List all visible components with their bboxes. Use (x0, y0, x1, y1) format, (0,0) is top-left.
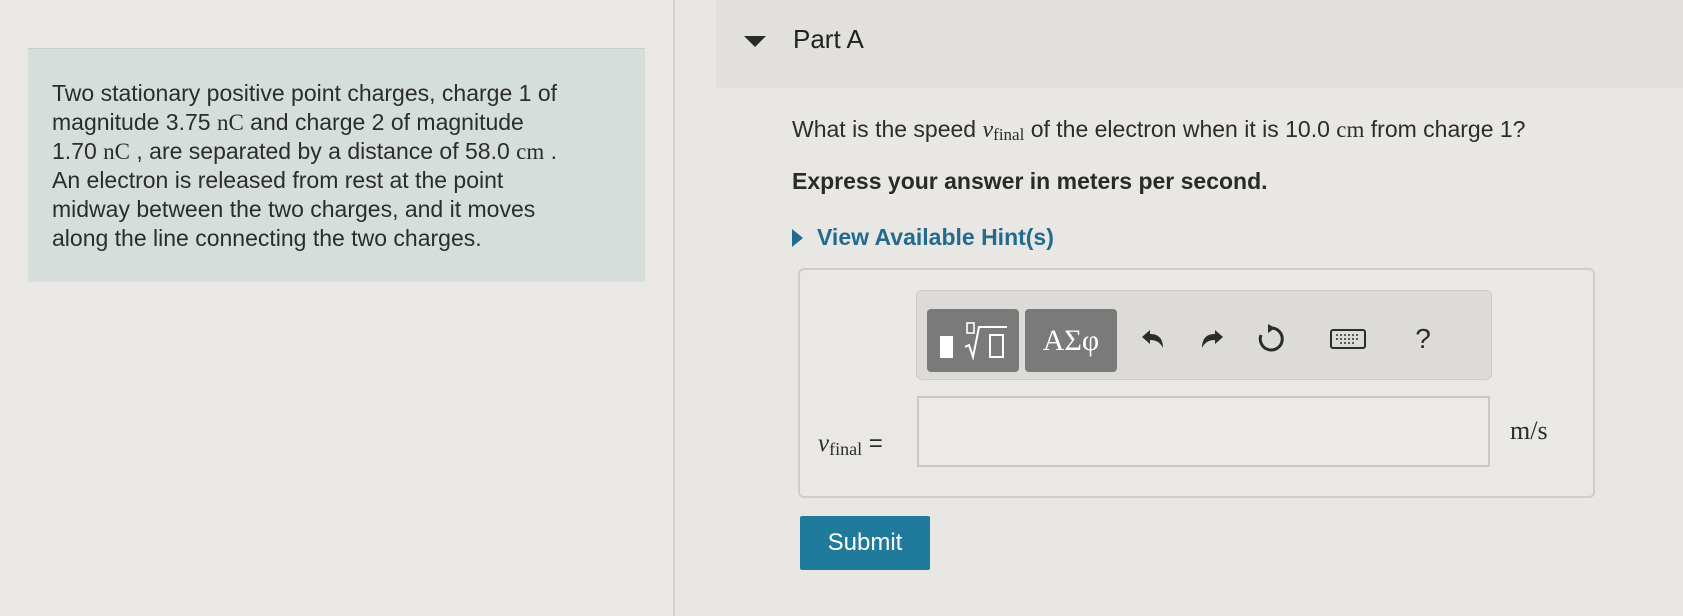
unit-nc: nC (216, 110, 244, 135)
problem-line: Two stationary positive point charges, c… (52, 80, 558, 106)
problem-line: along the line connecting the two charge… (52, 225, 482, 251)
answer-unit: m/s (1510, 416, 1548, 445)
hints-toggle[interactable]: View Available Hint(s) (792, 224, 1054, 251)
unit-cm: cm (1336, 117, 1365, 142)
caret-down-icon[interactable] (744, 36, 766, 47)
problem-line: 1.70 nC , are separated by a distance of… (52, 138, 558, 164)
answer-input[interactable] (917, 396, 1490, 467)
caret-right-icon (792, 228, 803, 247)
problem-line: magnitude 3.75 nC and charge 2 of magnit… (52, 109, 524, 135)
templates-icon (940, 321, 1007, 361)
reset-icon[interactable] (1251, 317, 1291, 361)
answer-variable-label: vfinal = (818, 430, 883, 459)
greek-symbols-button[interactable]: ΑΣφ (1025, 309, 1117, 372)
unit-nc: nC (103, 139, 130, 164)
answer-instruction: Express your answer in meters per second… (792, 168, 1268, 194)
problem-line: An electron is released from rest at the… (52, 167, 504, 193)
problem-pane: Two stationary positive point charges, c… (0, 0, 674, 616)
templates-button[interactable] (927, 309, 1019, 372)
submit-button[interactable]: Submit (800, 516, 930, 570)
help-icon[interactable]: ? (1403, 317, 1443, 361)
question-text: What is the speed vfinal of the electron… (792, 116, 1526, 144)
unit-cm: cm (516, 139, 545, 164)
velocity-variable: vfinal (982, 117, 1025, 144)
problem-line: midway between the two charges, and it m… (52, 196, 536, 222)
undo-icon[interactable] (1133, 317, 1173, 361)
problem-statement: Two stationary positive point charges, c… (28, 48, 645, 282)
keyboard-icon[interactable] (1328, 317, 1368, 361)
part-title[interactable]: Part A (793, 24, 864, 55)
pane-divider (673, 0, 675, 616)
redo-icon[interactable] (1192, 317, 1232, 361)
hints-link[interactable]: View Available Hint(s) (817, 224, 1054, 251)
math-toolbar: ΑΣφ ? (916, 290, 1492, 380)
